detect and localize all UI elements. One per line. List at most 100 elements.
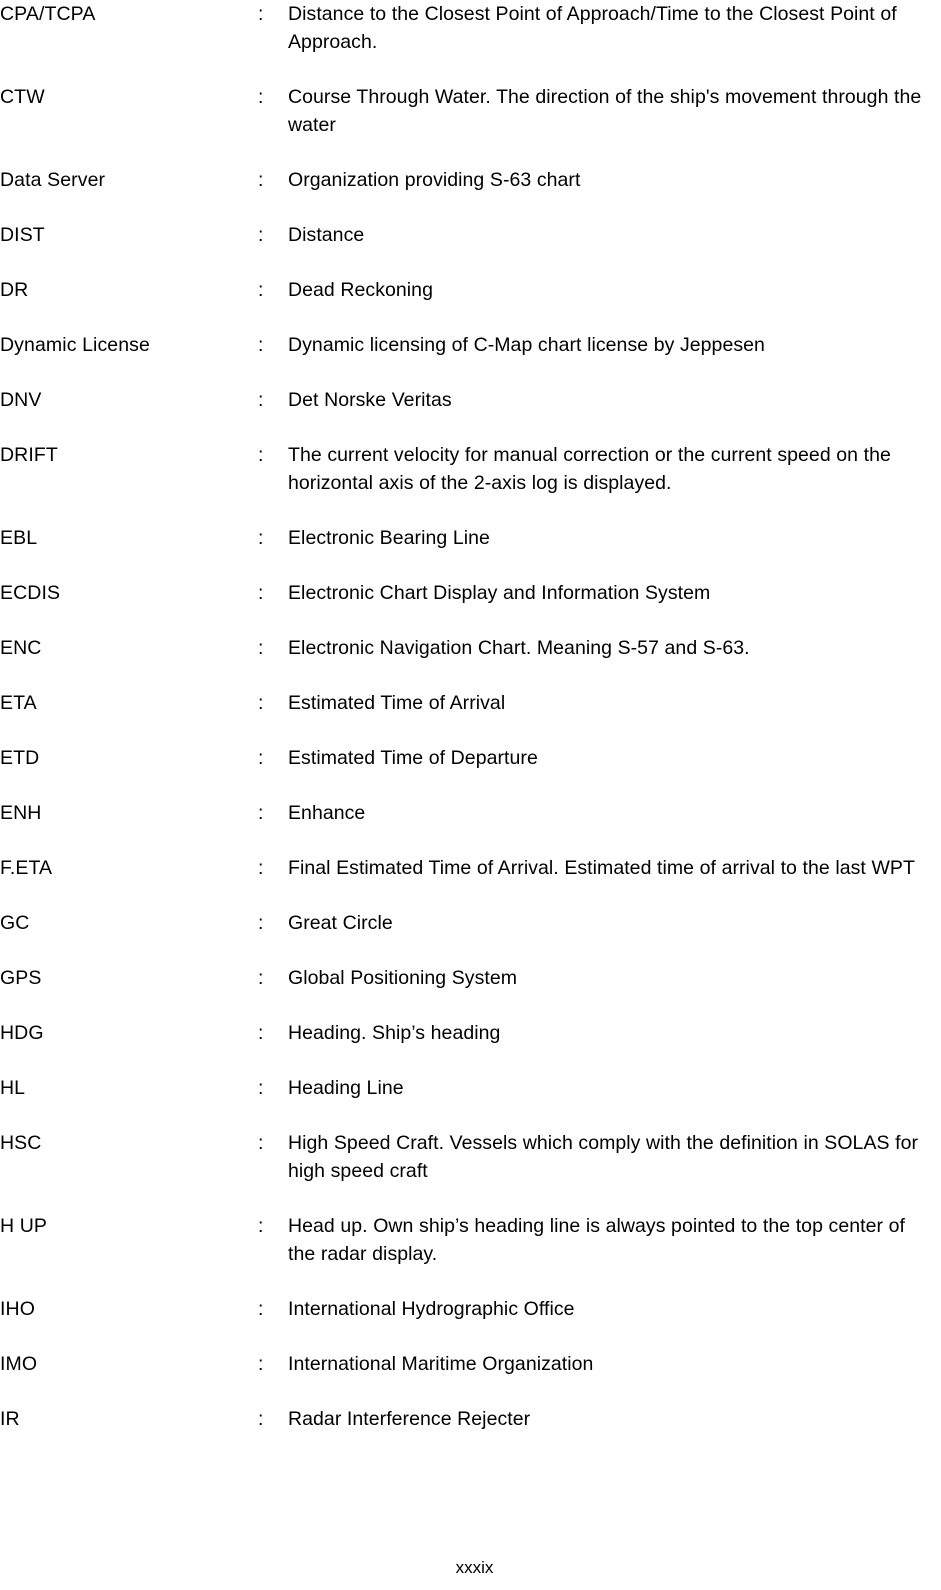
glossary-entry: HDG: Heading. Ship’s heading: [0, 1019, 941, 1047]
glossary-definition: Estimated Time of Departure: [288, 747, 538, 769]
glossary-separator: :: [258, 224, 264, 246]
glossary-definition: Global Positioning System: [288, 967, 518, 989]
glossary-term: H UP: [0, 1215, 47, 1237]
glossary-separator: :: [258, 912, 264, 934]
glossary-term: IR: [0, 1408, 20, 1430]
glossary-entry: Dynamic License: Dynamic licensing of C-M…: [0, 331, 941, 359]
glossary-entry: ENC: Electronic Navigation Chart. Meaning…: [0, 634, 941, 662]
glossary-term: DRIFT: [0, 444, 58, 466]
glossary-definition: Distance to the Closest Point of Approac…: [288, 3, 897, 53]
glossary-entry: DR: Dead Reckoning: [0, 276, 941, 304]
glossary-definition: Electronic Chart Display and Information…: [288, 582, 711, 604]
glossary-separator: :: [258, 444, 264, 466]
glossary-term: DR: [0, 279, 29, 301]
glossary-separator: :: [258, 637, 264, 659]
glossary-separator: :: [258, 1215, 264, 1237]
glossary-definition: Head up. Own ship’s heading line is alwa…: [288, 1215, 905, 1265]
glossary-definition: Estimated Time of Arrival: [288, 692, 506, 714]
glossary-term: GPS: [0, 967, 42, 989]
glossary-separator: :: [258, 279, 264, 301]
glossary-entry: ECDIS: Electronic Chart Display and Infor…: [0, 579, 941, 607]
glossary-term: ETD: [0, 747, 40, 769]
glossary-separator: :: [258, 967, 264, 989]
glossary-entry: IR: Radar Interference Rejecter: [0, 1405, 941, 1433]
glossary-separator: :: [258, 802, 264, 824]
glossary-term: ECDIS: [0, 582, 61, 604]
glossary-term: HL: [0, 1077, 26, 1099]
glossary-definition: High Speed Craft. Vessels which comply w…: [288, 1132, 919, 1182]
glossary-definition: Radar Interference Rejecter: [288, 1408, 531, 1430]
glossary-term: ENC: [0, 637, 42, 659]
glossary-list: CPA/TCPA: Distance to the Closest Point o…: [0, 0, 941, 1460]
glossary-separator: :: [258, 857, 264, 879]
glossary-definition: Heading Line: [288, 1077, 404, 1099]
glossary-entry: DRIFT: The current velocity for manual co…: [0, 441, 941, 497]
glossary-entry: CTW: Course Through Water. The direction …: [0, 83, 941, 139]
glossary-term: IMO: [0, 1353, 38, 1375]
glossary-definition: Det Norske Veritas: [288, 389, 452, 411]
glossary-separator: :: [258, 334, 264, 356]
glossary-entry: HSC: High Speed Craft. Vessels which comp…: [0, 1129, 941, 1185]
glossary-entry: GPS: Global Positioning System: [0, 964, 941, 992]
document-page: CPA/TCPA: Distance to the Closest Point o…: [0, 0, 941, 1590]
glossary-term: HSC: [0, 1132, 42, 1154]
glossary-entry: F.ETA: Final Estimated Time of Arrival. E…: [0, 854, 941, 882]
glossary-separator: :: [258, 582, 264, 604]
glossary-entry: DIST: Distance: [0, 221, 941, 249]
glossary-entry: DNV: Det Norske Veritas: [0, 386, 941, 414]
glossary-term: ENH: [0, 802, 42, 824]
glossary-definition: Organization providing S-63 chart: [288, 169, 581, 191]
glossary-term: CPA/TCPA: [0, 3, 96, 25]
glossary-separator: :: [258, 1298, 264, 1320]
glossary-definition: International Hydrographic Office: [288, 1298, 575, 1320]
glossary-separator: :: [258, 692, 264, 714]
glossary-term: ETA: [0, 692, 37, 714]
glossary-entry: ETD: Estimated Time of Departure: [0, 744, 941, 772]
glossary-term: HDG: [0, 1022, 44, 1044]
glossary-term: DNV: [0, 389, 42, 411]
page-number-text: xxxix: [455, 1558, 494, 1577]
glossary-term: CTW: [0, 86, 45, 108]
glossary-separator: :: [258, 169, 264, 191]
glossary-separator: :: [258, 747, 264, 769]
glossary-separator: :: [258, 1132, 264, 1154]
glossary-separator: :: [258, 1353, 264, 1375]
glossary-term: IHO: [0, 1298, 35, 1320]
glossary-term: F.ETA: [0, 857, 53, 879]
glossary-entry: GC: Great Circle: [0, 909, 941, 937]
glossary-definition: Heading. Ship’s heading: [288, 1022, 501, 1044]
page-number: xxxix: [0, 1558, 941, 1578]
glossary-entry: H UP: Head up. Own ship’s heading line is…: [0, 1212, 941, 1268]
glossary-separator: :: [258, 1022, 264, 1044]
glossary-definition: Enhance: [288, 802, 366, 824]
glossary-definition: Final Estimated Time of Arrival. Estimat…: [288, 857, 915, 879]
glossary-definition: Course Through Water. The direction of t…: [288, 86, 922, 136]
glossary-definition: Dynamic licensing of C-Map chart license…: [288, 334, 765, 356]
glossary-definition: International Maritime Organization: [288, 1353, 594, 1375]
glossary-entry: ETA: Estimated Time of Arrival: [0, 689, 941, 717]
glossary-term: Data Server: [0, 169, 106, 191]
glossary-definition: Electronic Bearing Line: [288, 527, 490, 549]
glossary-separator: :: [258, 1077, 264, 1099]
glossary-separator: :: [258, 527, 264, 549]
glossary-definition: Dead Reckoning: [288, 279, 433, 301]
glossary-definition: Distance: [288, 224, 365, 246]
glossary-entry: CPA/TCPA: Distance to the Closest Point o…: [0, 0, 941, 56]
glossary-term: DIST: [0, 224, 45, 246]
glossary-separator: :: [258, 389, 264, 411]
glossary-entry: ENH: Enhance: [0, 799, 941, 827]
glossary-term: GC: [0, 912, 30, 934]
glossary-separator: :: [258, 1408, 264, 1430]
glossary-separator: :: [258, 3, 264, 25]
glossary-entry: IHO: International Hydrographic Office: [0, 1295, 941, 1323]
glossary-term: EBL: [0, 527, 38, 549]
glossary-definition: The current velocity for manual correcti…: [288, 444, 891, 494]
glossary-definition: Great Circle: [288, 912, 393, 934]
glossary-definition: Electronic Navigation Chart. Meaning S-5…: [288, 637, 750, 659]
glossary-entry: EBL: Electronic Bearing Line: [0, 524, 941, 552]
glossary-entry: Data Server: Organization providing S-63 …: [0, 166, 941, 194]
glossary-entry: IMO: International Maritime Organization: [0, 1350, 941, 1378]
glossary-entry: HL: Heading Line: [0, 1074, 941, 1102]
glossary-term: Dynamic License: [0, 334, 150, 356]
glossary-separator: :: [258, 86, 264, 108]
